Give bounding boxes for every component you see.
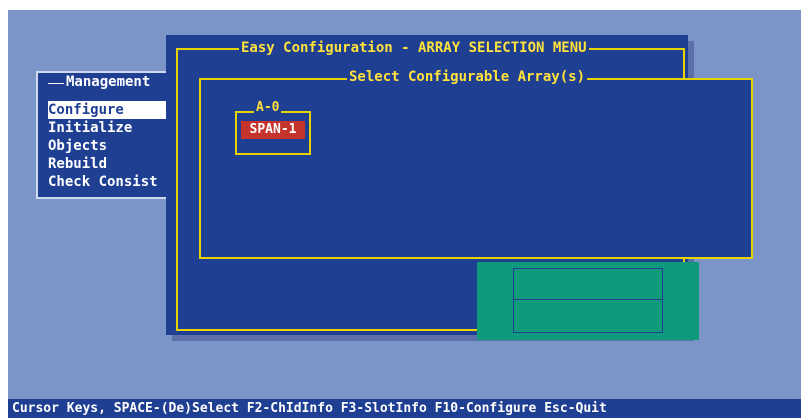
drive-slot	[513, 299, 663, 333]
menu-item-rebuild[interactable]: Rebuild	[48, 155, 170, 173]
menu-item-check-consistency[interactable]: Check Consist	[48, 173, 170, 191]
array-label: A-0	[254, 100, 282, 115]
easy-configuration-window: Easy Configuration - ARRAY SELECTION MEN…	[166, 35, 753, 340]
drive-slot	[513, 268, 663, 300]
status-bar: Cursor Keys, SPACE-(De)Select F2-ChIdInf…	[8, 399, 801, 418]
bios-screen: Management Configure Initialize Objects …	[8, 10, 801, 418]
menu-border-line	[48, 83, 64, 84]
window-title: Easy Configuration - ARRAY SELECTION MEN…	[239, 40, 589, 56]
menu-item-configure[interactable]: Configure	[48, 101, 170, 119]
panel-title: Select Configurable Array(s)	[347, 69, 588, 85]
array-selection-panel	[199, 78, 753, 259]
management-menu-title: Management	[66, 74, 151, 90]
menu-item-initialize[interactable]: Initialize	[48, 119, 170, 137]
span-button[interactable]: SPAN-1	[241, 121, 305, 139]
drive-layout-panel	[477, 262, 699, 340]
menu-item-objects[interactable]: Objects	[48, 137, 170, 155]
management-menu: Management Configure Initialize Objects …	[36, 71, 174, 199]
